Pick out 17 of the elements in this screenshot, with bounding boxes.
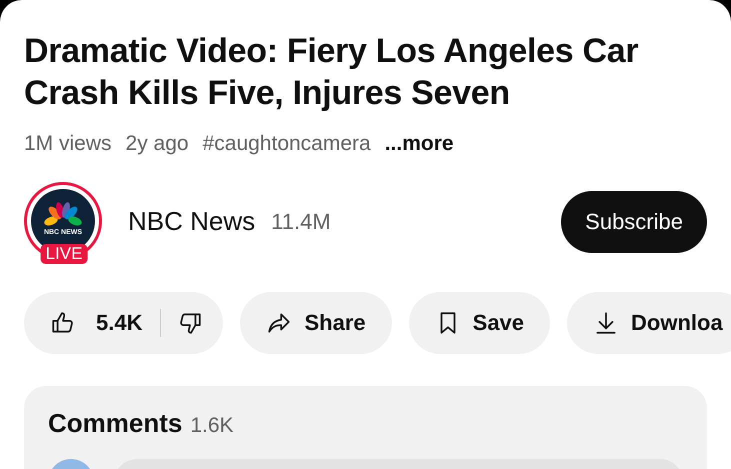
view-count: 1M views: [24, 131, 112, 157]
live-badge: LIVE: [40, 244, 88, 264]
comments-card[interactable]: Comments 1.6K: [24, 386, 707, 469]
comment-count: 1.6K: [190, 412, 234, 438]
comments-title: Comments: [48, 406, 182, 440]
download-button[interactable]: Downloa: [567, 292, 731, 354]
hashtag-link[interactable]: #caughtoncamera: [202, 128, 371, 160]
share-button[interactable]: Share: [240, 292, 392, 354]
like-button[interactable]: 5.4K: [50, 306, 160, 339]
more-link[interactable]: ...more: [384, 128, 454, 160]
channel-name[interactable]: NBC News: [128, 202, 256, 241]
upload-age: 2y ago: [126, 131, 189, 157]
subscriber-count: 11.4M: [271, 208, 331, 236]
peacock-logo-icon: [44, 202, 82, 226]
video-title: Dramatic Video: Fiery Los Angeles Car Crash Kills Five, Injures Seven: [24, 31, 640, 114]
subscribe-button[interactable]: Subscribe: [561, 190, 707, 252]
save-button[interactable]: Save: [408, 292, 550, 354]
